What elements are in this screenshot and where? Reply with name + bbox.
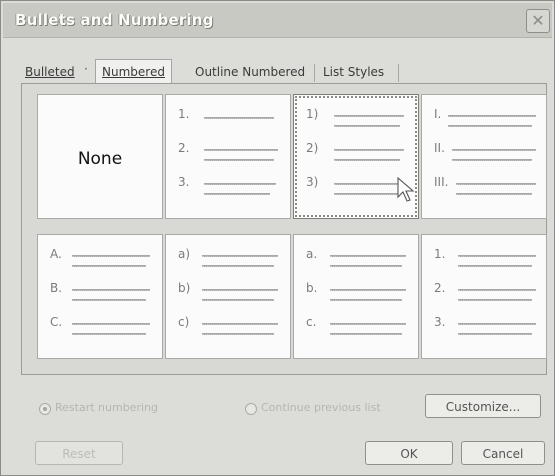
tab-separator-dot: ·: [84, 62, 88, 76]
numbering-option-lower-alpha-period[interactable]: a. b. c.: [293, 234, 419, 359]
list-marker: c.: [306, 315, 317, 329]
list-marker: a.: [306, 247, 318, 261]
tab-separator: [398, 64, 399, 82]
list-marker: I.: [434, 107, 442, 121]
continue-list-radio[interactable]: [245, 403, 257, 415]
reset-button[interactable]: Reset: [35, 441, 123, 465]
dialog-title: Bullets and Numbering: [15, 11, 214, 29]
numbering-option-upper-alpha[interactable]: A. B. C.: [37, 234, 163, 359]
numbering-option-arabic-period[interactable]: 1. 2. 3.: [165, 94, 291, 219]
tab-outline-numbered[interactable]: Outline Numbered: [195, 62, 305, 83]
list-marker: b): [178, 281, 191, 295]
list-marker: 1.: [434, 247, 446, 261]
continue-list-label: Continue previous list: [261, 401, 381, 414]
none-label: None: [77, 149, 123, 169]
list-marker: c): [178, 315, 190, 329]
numbering-option-lower-alpha-paren[interactable]: a) b) c): [165, 234, 291, 359]
list-marker: III.: [434, 175, 449, 189]
restart-numbering-label: Restart numbering: [55, 401, 158, 414]
dialog-window: Bullets and Numbering ✕ Bulleted · Numbe…: [0, 0, 555, 476]
customize-button[interactable]: Customize...: [425, 394, 541, 418]
numbering-option-arabic-period-indented[interactable]: 1. 2. 3.: [421, 234, 547, 359]
list-marker: 2): [306, 141, 319, 155]
tab-separator: [314, 64, 315, 82]
list-marker: 2.: [178, 141, 190, 155]
numbering-gallery: None 1. 2. 3. 1) 2) 3) I. II. III. A. B.…: [37, 94, 547, 426]
list-marker: 1.: [178, 107, 190, 121]
tab-list-styles[interactable]: List Styles: [323, 62, 384, 83]
list-marker: II.: [434, 141, 445, 155]
list-marker: 3.: [178, 175, 190, 189]
cancel-button[interactable]: Cancel: [461, 441, 545, 465]
restart-numbering-radio[interactable]: [39, 403, 51, 415]
tab-bulleted[interactable]: Bulleted: [25, 62, 75, 83]
ok-button[interactable]: OK: [365, 441, 453, 465]
tab-numbered[interactable]: Numbered: [95, 59, 172, 85]
mouse-pointer-icon: [397, 177, 415, 202]
list-marker: b.: [306, 281, 318, 295]
close-button[interactable]: ✕: [526, 9, 550, 33]
numbering-option-roman[interactable]: I. II. III.: [421, 94, 547, 219]
list-marker: 3): [306, 175, 319, 189]
list-marker: 3.: [434, 315, 446, 329]
close-icon: ✕: [531, 11, 545, 30]
list-marker: 1): [306, 107, 319, 121]
numbering-option-arabic-paren[interactable]: 1) 2) 3): [293, 94, 419, 219]
title-bar[interactable]: Bullets and Numbering ✕: [3, 3, 552, 38]
numbering-option-none[interactable]: None: [37, 94, 163, 219]
list-marker: B.: [50, 281, 63, 295]
list-marker: A.: [50, 247, 62, 261]
list-marker: 2.: [434, 281, 446, 295]
list-marker: a): [178, 247, 191, 261]
list-marker: C.: [50, 315, 63, 329]
